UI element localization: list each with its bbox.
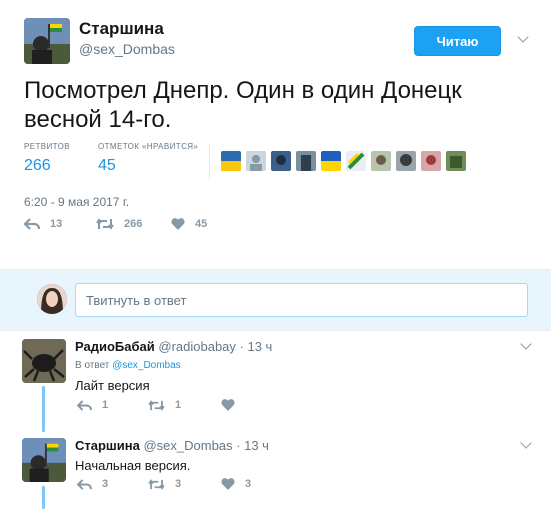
retweet-count: 266 [124,218,143,230]
liker-avatar[interactable] [396,151,416,171]
chevron-down-icon[interactable] [517,31,529,43]
reply-action[interactable]: 1 [77,399,108,411]
likes-count: 45 [98,157,116,174]
chevron-down-icon[interactable] [520,338,532,350]
reply-tweet[interactable]: Старшина @sex_Dombas · 13 ч Начальная ве… [0,437,551,509]
heart-icon [221,399,235,411]
reply-time[interactable]: · 13 ч [236,438,269,453]
reply-author-name[interactable]: РадиоБабай [75,339,155,354]
retweet-count: 3 [175,478,182,490]
retweets-label: РЕТВИТОВ [24,142,70,151]
liker-avatar[interactable] [296,151,316,171]
reply-count: 1 [102,399,109,411]
reply-header: РадиоБабай @radiobabay · 13 ч [75,339,272,354]
liker-avatar[interactable] [271,151,291,171]
retweet-action[interactable]: 1 [148,399,181,411]
reply-tweet[interactable]: РадиоБабай @radiobabay · 13 ч В ответ @s… [0,338,551,423]
reply-input[interactable]: Твитнуть в ответ [75,283,528,317]
stats-divider [209,144,210,180]
reply-author-avatar[interactable] [22,339,66,383]
liker-avatar[interactable] [321,151,341,171]
liker-avatar[interactable] [371,151,391,171]
follow-button[interactable]: Читаю [414,26,501,56]
reply-icon [77,399,92,411]
likes-stat[interactable]: ОТМЕТОК «НРАВИТСЯ» 45 [98,142,198,175]
retweet-icon [96,218,114,230]
liker-avatar[interactable] [246,151,266,171]
like-action[interactable]: 3 [221,478,251,490]
like-count: 45 [195,218,208,230]
retweets-stat[interactable]: РЕТВИТОВ 266 [24,142,70,175]
reply-text: Лайт версия [75,378,150,393]
reply-icon [24,218,40,230]
main-tweet: Старшина @sex_Dombas Читаю Посмотрел Дне… [0,0,551,262]
reply-text: Начальная версия. [75,458,191,473]
retweet-count: 1 [175,399,182,411]
tweet-date[interactable]: 6:20 - 9 мая 2017 г. [24,195,129,209]
thread-line [42,486,45,509]
author-avatar[interactable] [24,18,70,64]
author-handle[interactable]: @sex_Dombas [79,41,175,57]
tweet-text: Посмотрел Днепр. Один в один Донецк весн… [24,77,462,133]
user-avatar [37,284,67,314]
in-reply-handle[interactable]: @sex_Dombas [112,360,181,371]
in-reply-label: В ответ [75,360,110,371]
reply-author-name[interactable]: Старшина [75,438,140,453]
like-count: 3 [245,478,252,490]
liker-avatar[interactable] [221,151,241,171]
reply-action[interactable]: 3 [77,478,108,490]
reply-composer: Твитнуть в ответ [0,269,551,331]
reply-author-handle[interactable]: @radiobabay [158,339,236,354]
heart-icon [171,218,185,230]
reply-header: Старшина @sex_Dombas · 13 ч [75,438,269,453]
retweet-action[interactable]: 266 [96,218,142,230]
retweet-icon [148,478,165,490]
reply-count: 13 [50,218,63,230]
retweet-action[interactable]: 3 [148,478,181,490]
retweets-count: 266 [24,157,51,174]
author-name[interactable]: Старшина [79,19,164,39]
like-action[interactable] [221,399,245,411]
reply-count: 3 [102,478,109,490]
heart-icon [221,478,235,490]
reply-time[interactable]: · 13 ч [240,339,273,354]
likers-avatars [221,151,471,171]
liker-avatar[interactable] [346,151,366,171]
reply-action[interactable]: 13 [24,218,62,230]
in-reply-to: В ответ @sex_Dombas [75,360,181,371]
liker-avatar[interactable] [446,151,466,171]
retweet-icon [148,399,165,411]
liker-avatar[interactable] [421,151,441,171]
thread-line [42,386,45,432]
reply-author-handle[interactable]: @sex_Dombas [143,438,232,453]
reply-author-avatar[interactable] [22,438,66,482]
reply-icon [77,478,92,490]
like-action[interactable]: 45 [171,218,207,230]
chevron-down-icon[interactable] [520,437,532,449]
likes-label: ОТМЕТОК «НРАВИТСЯ» [98,142,199,151]
